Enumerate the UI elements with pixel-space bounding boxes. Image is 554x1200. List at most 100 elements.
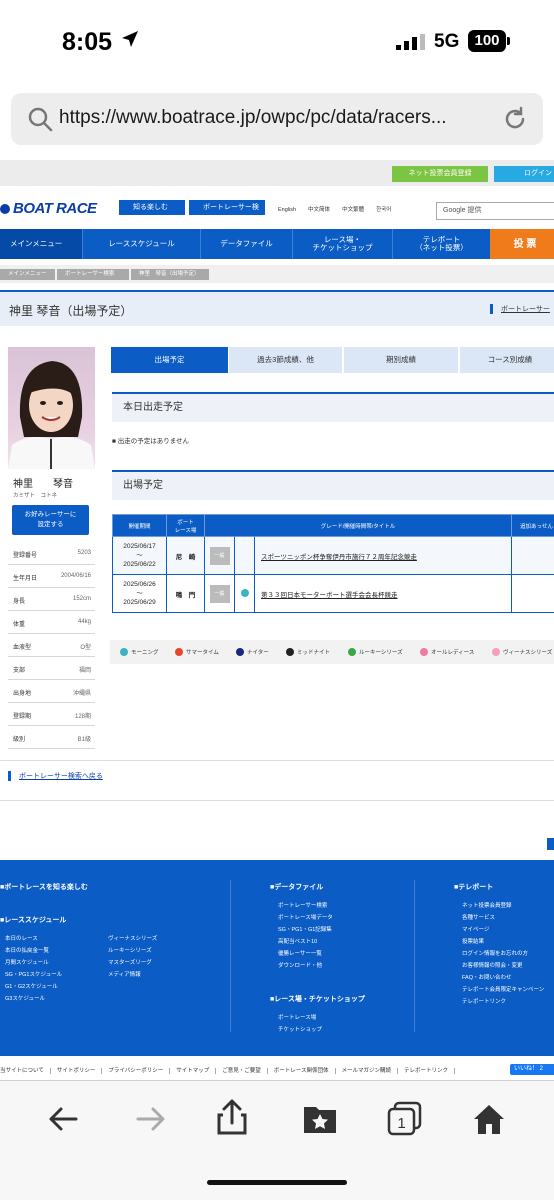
row-venue: 尼 崎 [166,536,205,575]
tab-term-results[interactable]: 期別成績 [344,347,458,373]
profile-row: 級別 B1級 [8,726,95,749]
legend-label: ナイター [247,650,269,656]
tabs-icon[interactable]: 1 [386,1101,422,1137]
bottom-link[interactable]: メールマガジン購読 [341,1068,399,1074]
logo-text: BOAT RACE [13,200,97,217]
lang-zh-cn[interactable]: 中文简体 [308,207,330,213]
share-icon[interactable] [214,1097,250,1137]
clock: 8:05 [62,28,113,56]
footer-series-links[interactable]: ヴィーナスシリーズ ルーキーシリーズ マスターズリーグ メディア情報 [108,933,157,981]
url-text[interactable]: https://www.boatrace.jp/owpc/pc/data/rac… [59,107,447,129]
legend-midnight: ミッドナイト [286,648,330,656]
footer-heading-data[interactable]: ■データファイル [270,882,323,892]
nav-race-schedule[interactable]: レーススケジュール [82,229,200,259]
profile-key: 出身地 [13,691,32,697]
forward-arrow-icon[interactable] [132,1101,168,1137]
nav-main-menu[interactable]: メインメニュー [0,229,82,259]
tab-past-results[interactable]: 過去3節成績、他 [229,347,342,373]
nav-vote-button[interactable]: 投 票 [490,229,554,259]
row-grade: 一般 [204,536,235,575]
site-search-input[interactable]: Google 提供 [436,202,554,220]
lang-ko[interactable]: 한국어 [376,207,391,213]
row-extra [511,536,554,575]
footer-teleboat-links[interactable]: ネット投票会員登録 各種サービス マイページ 投票結果 ログイン情報をお忘れの方… [462,900,544,1008]
col-period: 開催期間 [112,514,167,537]
bottom-link[interactable]: 当サイトについて [0,1068,51,1074]
home-icon[interactable] [471,1101,507,1137]
tab-course-results[interactable]: コース別成績 [460,347,554,373]
racer-search-button[interactable]: ボートレーサー検索 [189,200,265,226]
racer-photo [8,347,95,469]
row-venue: 鳴 門 [166,574,205,613]
morning-icon [240,588,249,597]
legend-label: ヴィーナスシリーズ [503,650,553,656]
fun-button[interactable]: 知る楽しむ [119,200,185,215]
profile-value: 44kg [77,619,91,625]
reload-icon[interactable] [501,105,529,133]
bottom-link[interactable]: サイトポリシー [56,1068,103,1074]
lang-zh-tw[interactable]: 中文繁體 [342,207,364,213]
boatrace-logo[interactable]: BOAT RACE [0,200,97,217]
race-title-link[interactable]: スポーツニッポン杯争奪伊丹市施行７２周年記念競走 [254,536,512,575]
login-button[interactable]: ログイン [494,166,554,182]
col-title: グレード/開催時間帯/タイトル [204,514,512,537]
row-time-icon [234,574,255,613]
no-race-note: ■ 出走の予定はありません [112,438,190,445]
morning-icon [120,648,128,656]
crumb-racer-search[interactable]: ボートレーサー検索 [57,269,129,280]
title-bar: 神里 琴音（出場予定） ボートレーサー [0,290,554,326]
back-to-search-link[interactable]: ボートレーサー検索へ戻る [8,771,103,781]
race-title-link[interactable]: 第３３回日本モーターボート選手会会長杯競走 [254,574,512,613]
bookmarks-icon[interactable] [302,1101,338,1137]
bottom-link[interactable]: プライバシーポリシー [108,1068,171,1074]
back-to-racer-link[interactable]: ボートレーサー [490,304,550,314]
back-arrow-icon[interactable] [46,1101,82,1137]
ladies-heart-icon [420,648,428,656]
footer-heading-schedule[interactable]: ■レーススケジュール [0,915,66,925]
divider [0,800,554,801]
profile-key: 身長 [13,599,26,605]
bottom-link[interactable]: ご意見・ご要望 [222,1068,268,1074]
status-bar: 8:05 5G 100 [0,0,554,84]
rookie-icon [348,648,356,656]
bottom-link[interactable]: ボートレース関係団体 [273,1068,336,1074]
search-icon [28,107,53,132]
table-header: 開催期間 ボート レース場 グレード/開催時間帯/タイトル 追加あっせん [112,514,554,537]
divider [0,760,554,761]
profile-value: O型 [80,645,91,651]
profile-value: 2004/06/16 [60,573,91,579]
net-vote-register-button[interactable]: ネット投票会員登録 [392,166,488,182]
bottom-link[interactable]: テレボートリンク [404,1068,456,1074]
racer-kana: カミザト コトネ [13,493,58,499]
network-type: 5G [434,31,460,52]
address-bar[interactable]: https://www.boatrace.jp/owpc/pc/data/rac… [11,93,543,145]
footer-data-links[interactable]: ボートレーサー検索 ボートレース場データ SG・PG1・G1記録集 高配当ベスト… [278,900,333,972]
home-indicator [207,1180,347,1185]
logo-mark-icon [0,204,10,214]
nighter-icon [236,648,244,656]
page-title: 神里 琴音（出場予定） [9,304,133,318]
tab-schedule[interactable]: 出場予定 [111,347,228,373]
footer-heading-know[interactable]: ■ボートレースを知る楽しむ [0,882,88,892]
page-top-button[interactable] [547,838,554,850]
bottom-link[interactable]: サイトマップ [176,1068,217,1074]
legend-rookie: ルーキーシリーズ [348,648,403,656]
no-race-text: 出走の予定はありません [117,438,190,445]
footer-shop-links[interactable]: ボートレース場 チケットショップ [278,1012,322,1036]
profile-key: 生年月日 [13,576,38,582]
row-extra [511,574,554,613]
crumb-main[interactable]: メインメニュー [0,269,55,280]
footer-schedule-links[interactable]: 本日のレース 本日の払戻金一覧 月間スケジュール SG・PG1スケジュール G1… [5,933,62,1005]
footer-heading-shop[interactable]: ■レース場・チケットショップ [270,994,365,1004]
lang-english[interactable]: English [278,207,296,213]
nav-stadium-shop[interactable]: レース場・ チケットショップ [292,229,392,259]
location-arrow-icon [122,31,138,47]
facebook-like-button[interactable]: いいね！ 2 [510,1064,554,1075]
legend-label: サマータイム [186,650,219,656]
col-venue: ボート レース場 [166,514,205,537]
nav-teleboat[interactable]: テレボート （ネット投票） [392,229,490,259]
footer-heading-teleboat[interactable]: ■テレボート [454,882,493,892]
set-favorite-button[interactable]: お好みレーサーに 設定する [12,505,89,535]
profile-value: 5203 [77,550,91,556]
nav-data-file[interactable]: データファイル [200,229,292,259]
